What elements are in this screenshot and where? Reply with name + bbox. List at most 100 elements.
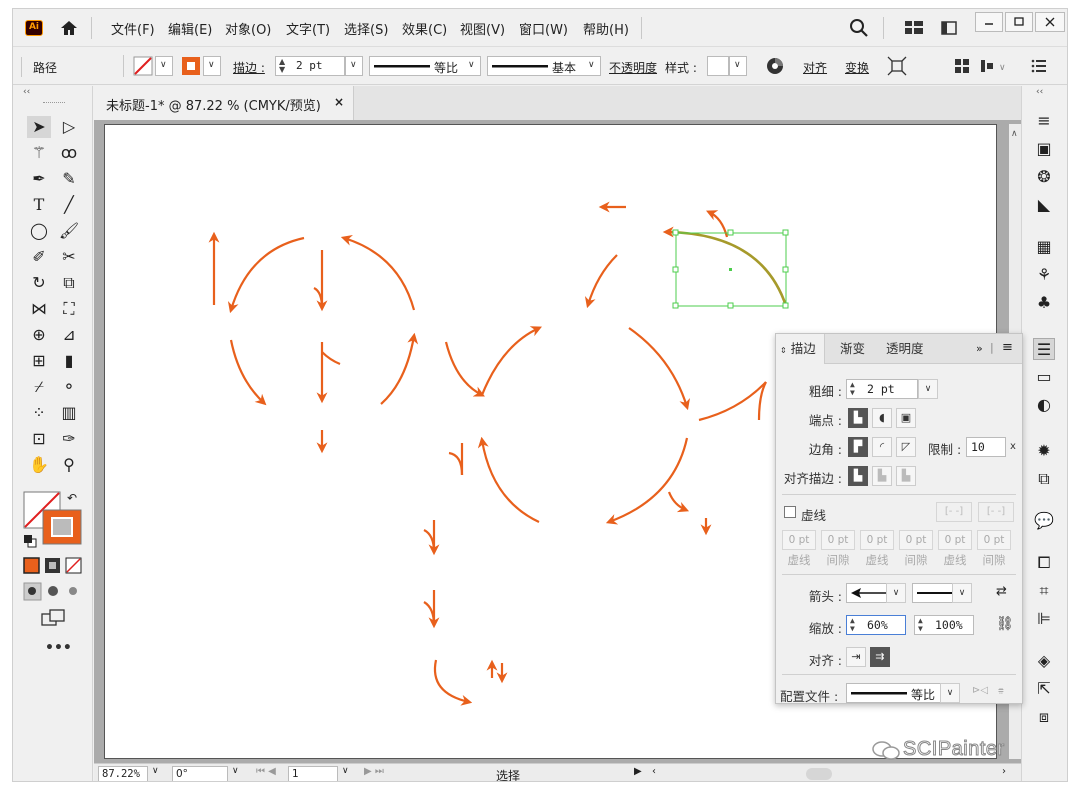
stroke-weight-field[interactable]: ▲ ▼ 2 pt (275, 56, 345, 76)
menu-view[interactable]: 视图(V) (460, 19, 505, 38)
expand-dock-icon[interactable]: ‹‹ (1036, 87, 1043, 97)
stroke-panel-icon[interactable]: ☰ (1033, 338, 1055, 360)
search-icon[interactable] (849, 18, 869, 38)
scale-tool-icon[interactable]: ⧉ (57, 272, 81, 294)
eyedropper-tool-icon[interactable]: ⌿ (27, 376, 51, 398)
dash-3-field[interactable]: 0 pt (938, 530, 972, 550)
more-tools-icon[interactable]: ••• (45, 640, 72, 656)
hook-d[interactable] (423, 601, 436, 626)
brush-definition[interactable]: 基本 ∨ (487, 56, 601, 76)
rotation-field[interactable]: 0° (172, 766, 228, 781)
menu-select[interactable]: 选择(S) (344, 19, 388, 38)
selection-tool-icon[interactable]: ➤ (27, 116, 51, 138)
scissors-tool-icon[interactable]: ✂ (57, 246, 81, 268)
link-scale-icon[interactable]: ⛓ (996, 616, 1014, 632)
close-tab-icon[interactable]: × (334, 95, 344, 109)
weight-field[interactable]: ▲ ▼ 2 pt (846, 379, 918, 399)
workspace-icon[interactable] (905, 21, 923, 35)
arc-arrow-lower-right[interactable] (605, 437, 689, 525)
artboards-icon[interactable]: ⧈ (1033, 706, 1055, 728)
arc-arrow-upper-left[interactable] (480, 326, 542, 396)
collapse-icon[interactable]: ‹‹ (23, 87, 30, 97)
stroke-weight-dropdown[interactable]: ∨ (345, 56, 363, 76)
rotation-dropdown-icon[interactable]: ∨ (232, 766, 239, 776)
blend-tool-icon[interactable]: ⚬ (57, 376, 81, 398)
hook-c[interactable] (423, 529, 436, 553)
shape-builder-tool-icon[interactable]: ⊕ (27, 324, 51, 346)
symbol-sprayer-tool-icon[interactable]: ⁘ (27, 402, 51, 424)
type-tool-icon[interactable]: T (27, 194, 51, 216)
free-transform-tool-icon[interactable]: ⛶ (57, 298, 81, 320)
swap-arrowheads-icon[interactable]: ⇄ (996, 584, 1007, 599)
recolor-artwork-icon[interactable] (765, 56, 785, 76)
transparency-panel-icon[interactable]: ◐ (1033, 394, 1055, 416)
dash-2-field[interactable]: 0 pt (860, 530, 894, 550)
small-curve-arrow[interactable] (667, 491, 690, 513)
arrange-icon[interactable]: ∨ (979, 57, 1009, 75)
artboard-number-field[interactable]: 1 (288, 766, 338, 781)
draw-mode-buttons[interactable] (23, 582, 87, 602)
export-icon[interactable]: ⇱ (1033, 678, 1055, 700)
fill-dropdown[interactable]: ∨ (155, 56, 173, 76)
stepper-icon[interactable]: ▲ ▼ (850, 617, 855, 633)
panel-expand-icon[interactable]: » (976, 342, 983, 355)
fill-none-swatch[interactable] (133, 56, 153, 76)
layers-stack-icon[interactable]: ◈ (1033, 650, 1055, 672)
gap-3-field[interactable]: 0 pt (977, 530, 1011, 550)
menu-type[interactable]: 文字(T) (286, 19, 330, 38)
scroll-right-icon[interactable]: › (1002, 766, 1006, 777)
miter-join-button[interactable]: ▛ (848, 437, 868, 457)
direct-selection-tool-icon[interactable]: ▷ (57, 116, 81, 138)
symbols-icon[interactable]: ♣ (1033, 292, 1055, 314)
ellipse-tool-icon[interactable]: ◯ (27, 220, 51, 242)
minimize-button[interactable] (975, 12, 1003, 32)
status-menu-icon[interactable]: ▶ (634, 766, 642, 777)
start-arrowhead-dropdown[interactable]: ∨ (886, 583, 906, 603)
arc-arrow-top-right[interactable] (340, 235, 416, 311)
lasso-tool-icon[interactable]: ꝏ (57, 142, 81, 164)
slice-tool-icon[interactable]: ✑ (57, 428, 81, 450)
dashed-line-checkbox[interactable] (784, 506, 796, 518)
color-mode-buttons[interactable] (23, 556, 87, 576)
align-link[interactable]: 对齐 (803, 59, 827, 76)
appearance-icon[interactable]: ✹ (1033, 440, 1055, 462)
projecting-cap-button[interactable]: ▣ (896, 408, 916, 428)
arc-arrow-bottom-right[interactable] (380, 332, 419, 405)
isolate-icon[interactable] (887, 56, 907, 76)
zoom-field[interactable]: 87.22% (98, 766, 148, 781)
paintbrush-tool-icon[interactable]: 🖌 (57, 220, 81, 242)
zoom-tool-icon[interactable]: ⚲ (57, 454, 81, 476)
tail-hook-a[interactable] (321, 351, 341, 366)
artboard-tool-icon[interactable]: ⊡ (27, 428, 51, 450)
stepper-icon[interactable]: ▲ ▼ (850, 381, 855, 397)
transform-icon[interactable]: ⌗ (1033, 580, 1055, 602)
line-tool-icon[interactable]: ╱ (57, 194, 81, 216)
arrow-extend-button[interactable]: ⇥ (846, 647, 866, 667)
menu-effect[interactable]: 效果(C) (402, 19, 447, 38)
menu-edit[interactable]: 编辑(E) (168, 19, 212, 38)
flip-across-icon[interactable]: ⩷ (998, 685, 1004, 696)
panel-menu-icon[interactable]: ≡ (1002, 340, 1013, 355)
menu-object[interactable]: 对象(O) (225, 19, 271, 38)
document-tab[interactable]: 未标题-1* @ 87.22 % (CMYK/预览) × (94, 86, 354, 120)
comments-icon[interactable]: 💬 (1033, 510, 1055, 532)
width-tool-icon[interactable]: ⋈ (27, 298, 51, 320)
end-arrowhead-dropdown[interactable]: ∨ (952, 583, 972, 603)
arc-arrow-upper-right[interactable] (628, 327, 691, 411)
swatches-icon[interactable]: ▦ (1033, 236, 1055, 258)
gradient-tool-icon[interactable]: ▮ (57, 350, 81, 372)
gradient-panel-icon[interactable]: ▭ (1033, 366, 1055, 388)
stroke-link[interactable]: 描边 : (233, 59, 265, 76)
next-artboard-icon[interactable]: ▶ ⏭ (364, 766, 384, 777)
pen-tool-icon[interactable]: ✒ (27, 168, 51, 190)
arrow-place-button[interactable]: ⇉ (870, 647, 890, 667)
first-artboard-icon[interactable]: ⏮ ◀ (256, 766, 276, 777)
maximize-button[interactable] (1005, 12, 1033, 32)
round-cap-button[interactable]: ◖ (872, 408, 892, 428)
curve-arrow-bottom[interactable] (433, 659, 473, 706)
selected-arc-path[interactable] (667, 230, 788, 307)
weight-dropdown[interactable]: ∨ (918, 379, 938, 399)
column-graph-tool-icon[interactable]: ▥ (57, 402, 81, 424)
bevel-join-button[interactable]: ◸ (896, 437, 916, 457)
perspective-grid-tool-icon[interactable]: ⊿ (57, 324, 81, 346)
